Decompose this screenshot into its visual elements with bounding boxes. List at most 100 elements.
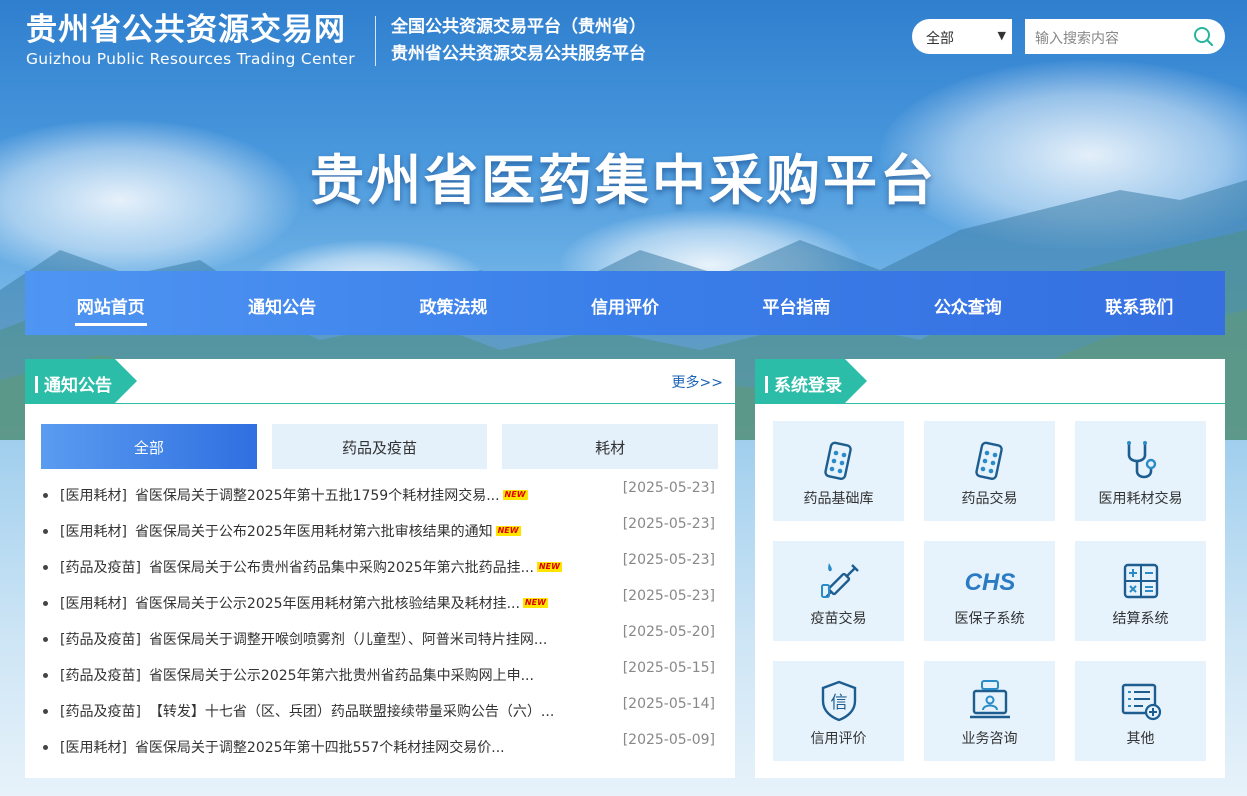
chs-logo-icon: CHS bbox=[964, 569, 1015, 596]
nav-home[interactable]: 网站首页 bbox=[25, 271, 196, 335]
calculator-icon bbox=[1123, 563, 1158, 599]
hero-title: 贵州省医药集中采购平台 bbox=[310, 149, 937, 212]
chevron-down-icon: ▼ bbox=[997, 29, 1006, 42]
panel-title-line bbox=[25, 403, 735, 404]
notice-title[interactable]: 省医保局关于公示2025年医用耗材第六批核验结果及耗材挂... bbox=[135, 593, 520, 613]
notice-title[interactable]: 省医保局关于调整2025年第十五批1759个耗材挂网交易... bbox=[135, 485, 500, 505]
bullet-icon bbox=[43, 528, 48, 534]
system-consumables-trading[interactable]: 医用耗材交易 bbox=[1075, 421, 1206, 521]
system-credit-evaluation[interactable]: 信 信用评价 bbox=[773, 661, 904, 761]
brand-divider bbox=[375, 16, 376, 66]
notice-category: [药品及疫苗] bbox=[60, 704, 141, 720]
notice-category: [医用耗材] bbox=[60, 488, 127, 504]
system-drug-database[interactable]: 药品基础库 bbox=[773, 421, 904, 521]
notice-category: [医用耗材] bbox=[60, 740, 127, 756]
system-settlement[interactable]: 结算系统 bbox=[1075, 541, 1206, 641]
nav-notices[interactable]: 通知公告 bbox=[196, 271, 367, 335]
search-category-select[interactable]: 全部 ▼ bbox=[912, 19, 1012, 54]
notice-date: [2025-05-15] bbox=[622, 660, 715, 676]
system-drug-trading[interactable]: 药品交易 bbox=[924, 421, 1055, 521]
search-icon[interactable] bbox=[1193, 26, 1213, 46]
bullet-icon bbox=[43, 708, 48, 714]
list-item[interactable]: [药品及疫苗] 【转发】十七省（区、兵团）药品联盟接续带量采购公告（六）... [2… bbox=[43, 693, 723, 729]
new-badge: NEW bbox=[536, 562, 562, 572]
system-grid: 药品基础库 药品交易 医用耗材交易 疫苗交易 CHS 医保子系统 结算系统 信 … bbox=[773, 421, 1206, 761]
list-item[interactable]: [医用耗材] 省医保局关于公布2025年医用耗材第六批审核结果的通知 NEW [202… bbox=[43, 513, 723, 549]
system-label: 医用耗材交易 bbox=[1098, 491, 1183, 507]
system-business-consultation[interactable]: 业务咨询 bbox=[924, 661, 1055, 761]
list-item[interactable]: [药品及疫苗] 省医保局关于公示2025年第六批贵州省药品集中采购网上申... [2… bbox=[43, 657, 723, 693]
notice-date: [2025-05-23] bbox=[622, 480, 715, 496]
notice-title[interactable]: 省医保局关于公示2025年第六批贵州省药品集中采购网上申... bbox=[149, 665, 534, 685]
system-medical-insurance[interactable]: CHS 医保子系统 bbox=[924, 541, 1055, 641]
list-item[interactable]: [医用耗材] 省医保局关于调整2025年第十四批557个耗材挂网交易价... [20… bbox=[43, 729, 723, 765]
notice-date: [2025-05-14] bbox=[622, 696, 715, 712]
notice-category: [医用耗材] bbox=[60, 524, 127, 540]
brand-subtitle: 全国公共资源交易平台（贵州省） 贵州省公共资源交易公共服务平台 bbox=[391, 14, 646, 68]
list-item[interactable]: [药品及疫苗] 省医保局关于调整开喉剑喷雾剂（儿童型）、阿普米司特片挂网... [2… bbox=[43, 621, 723, 657]
system-label: 结算系统 bbox=[1112, 611, 1169, 627]
notice-date: [2025-05-20] bbox=[622, 624, 715, 640]
search-category-value: 全部 bbox=[926, 31, 954, 47]
bullet-icon bbox=[43, 672, 48, 678]
notice-category: [药品及疫苗] bbox=[60, 668, 141, 684]
bullet-icon bbox=[43, 636, 48, 642]
syringe-icon bbox=[820, 563, 859, 598]
notice-title[interactable]: 省医保局关于调整开喉剑喷雾剂（儿童型）、阿普米司特片挂网... bbox=[149, 629, 547, 649]
consult-computer-icon bbox=[969, 680, 1010, 719]
list-item[interactable]: [医用耗材] 省医保局关于调整2025年第十五批1759个耗材挂网交易... NEW… bbox=[43, 477, 723, 513]
tab-all[interactable]: 全部 bbox=[41, 424, 257, 469]
nav-credit[interactable]: 信用评价 bbox=[539, 271, 710, 335]
login-panel: 系统登录 药品基础库 药品交易 医用耗材交易 疫苗交易 CHS 医保子系统 结算… bbox=[755, 359, 1225, 778]
notice-title[interactable]: 省医保局关于调整2025年第十四批557个耗材挂网交易价... bbox=[135, 737, 505, 757]
system-label: 医保子系统 bbox=[954, 611, 1025, 627]
notice-date: [2025-05-09] bbox=[622, 732, 715, 748]
nav-guide[interactable]: 平台指南 bbox=[711, 271, 882, 335]
system-label: 其他 bbox=[1126, 731, 1155, 747]
svg-text:CHS: CHS bbox=[964, 569, 1015, 596]
brand-english-name: Guizhou Public Resources Trading Center bbox=[26, 50, 355, 68]
search-placeholder: 输入搜索内容 bbox=[1035, 31, 1119, 47]
bullet-icon bbox=[43, 564, 48, 570]
notice-date: [2025-05-23] bbox=[622, 516, 715, 532]
tab-drugs-vaccines[interactable]: 药品及疫苗 bbox=[271, 424, 488, 469]
bullet-icon bbox=[43, 600, 48, 606]
svg-text:信: 信 bbox=[830, 693, 847, 713]
pill-blister-icon bbox=[823, 441, 852, 480]
site-brand[interactable]: 贵州省公共资源交易网 Guizhou Public Resources Trad… bbox=[26, 12, 355, 68]
more-link[interactable]: 更多>> bbox=[672, 372, 723, 392]
system-label: 业务咨询 bbox=[961, 731, 1018, 747]
bullet-icon bbox=[43, 744, 48, 750]
notice-title[interactable]: 省医保局关于公布2025年医用耗材第六批审核结果的通知 bbox=[135, 521, 493, 541]
nav-public-query[interactable]: 公众查询 bbox=[882, 271, 1053, 335]
system-vaccine-trading[interactable]: 疫苗交易 bbox=[773, 541, 904, 641]
notice-category: [药品及疫苗] bbox=[60, 632, 141, 648]
system-label: 药品交易 bbox=[961, 491, 1018, 507]
list-item[interactable]: [医用耗材] 省医保局关于公示2025年医用耗材第六批核验结果及耗材挂... NEW… bbox=[43, 585, 723, 621]
notice-tabs: 全部 药品及疫苗 耗材 bbox=[41, 424, 719, 469]
notice-title[interactable]: 省医保局关于公布贵州省药品集中采购2025年第六批药品挂... bbox=[149, 557, 534, 577]
list-item[interactable]: [药品及疫苗] 省医保局关于公布贵州省药品集中采购2025年第六批药品挂... NE… bbox=[43, 549, 723, 585]
search-input[interactable]: 输入搜索内容 bbox=[1025, 19, 1225, 54]
stethoscope-icon bbox=[1126, 441, 1156, 479]
list-plus-icon bbox=[1121, 683, 1161, 721]
system-label: 药品基础库 bbox=[803, 491, 874, 507]
nav-contact[interactable]: 联系我们 bbox=[1054, 271, 1225, 335]
system-other[interactable]: 其他 bbox=[1075, 661, 1206, 761]
new-badge: NEW bbox=[502, 490, 528, 500]
notices-panel-title: 通知公告 bbox=[25, 359, 137, 403]
tab-consumables[interactable]: 耗材 bbox=[502, 424, 719, 469]
new-badge: NEW bbox=[495, 526, 521, 536]
brand-subtitle-line1: 全国公共资源交易平台（贵州省） bbox=[391, 17, 646, 37]
notice-category: [药品及疫苗] bbox=[60, 560, 141, 576]
brand-chinese-name: 贵州省公共资源交易网 bbox=[26, 12, 346, 48]
notice-title[interactable]: 【转发】十七省（区、兵团）药品联盟接续带量采购公告（六）... bbox=[149, 701, 554, 721]
notice-date: [2025-05-23] bbox=[622, 588, 715, 604]
bullet-icon bbox=[43, 492, 48, 498]
notice-category: [医用耗材] bbox=[60, 596, 127, 612]
notice-list: [医用耗材] 省医保局关于调整2025年第十五批1759个耗材挂网交易... NEW… bbox=[43, 477, 723, 765]
notices-panel: 通知公告 更多>> 全部 药品及疫苗 耗材 [医用耗材] 省医保局关于调整2025… bbox=[25, 359, 735, 778]
credit-shield-icon: 信 bbox=[821, 680, 856, 722]
pill-blister-icon bbox=[974, 441, 1003, 480]
nav-policies[interactable]: 政策法规 bbox=[368, 271, 539, 335]
